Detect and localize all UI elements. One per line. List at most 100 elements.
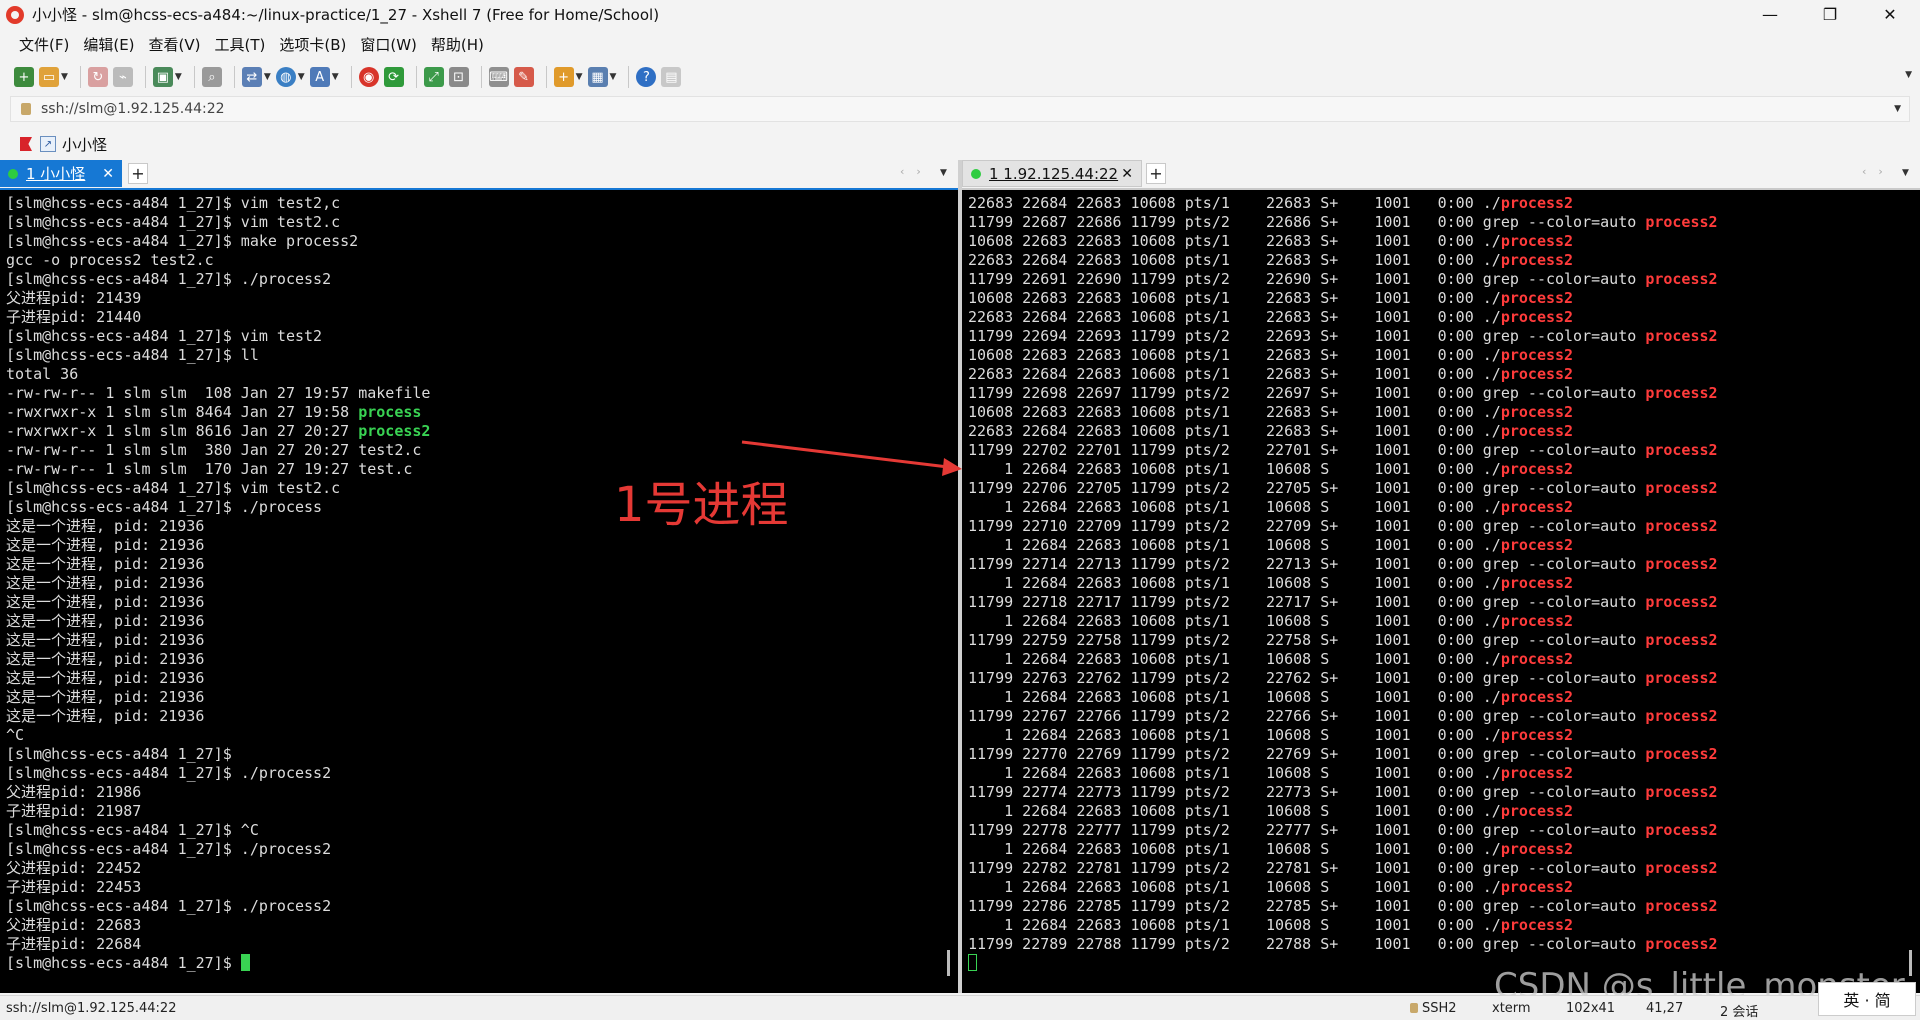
close-button[interactable]: ✕ — [1860, 0, 1920, 29]
menu-tools[interactable]: 工具(T) — [208, 34, 273, 55]
ime-indicator[interactable]: 英 · 简 — [1818, 982, 1916, 1016]
terminal-line: 11799 22770 22769 11799 pts/2 22769 S+ 1… — [968, 745, 1718, 764]
terminal-line: [slm@hcss-ecs-a484 1_27]$ ./process — [6, 498, 430, 517]
tab-scroll-arrows-icon[interactable]: ‹› — [900, 165, 933, 178]
highlighted-text: process2 — [1500, 764, 1574, 782]
chevron-down-icon[interactable]: ▼ — [264, 72, 271, 82]
menu-file[interactable]: 文件(F) — [12, 34, 76, 55]
open-button[interactable]: ▭ ▼ — [39, 67, 68, 87]
chevron-down-icon[interactable]: ▼ — [332, 72, 339, 82]
encoding-button[interactable]: ◍ ▼ — [275, 67, 305, 87]
status-sessions[interactable]: 2 会话 — [1720, 1001, 1758, 1020]
chevron-down-icon[interactable]: ▼ — [940, 168, 947, 178]
highlight-button[interactable]: ✎ — [513, 67, 534, 87]
close-icon[interactable]: ✕ — [1121, 166, 1133, 182]
lock-icon: ⊡ — [448, 67, 469, 87]
terminal-text: 这是一个进程, pid: 21936 — [6, 650, 205, 668]
address-bar: ▼ — [10, 96, 1910, 122]
terminal-line: 10608 22683 22683 10608 pts/1 22683 S+ 1… — [968, 232, 1718, 251]
transfer-button[interactable]: ⇄ ▼ — [241, 67, 271, 87]
maximize-button[interactable]: ❐ — [1800, 0, 1860, 29]
highlighted-text: process2 — [1645, 441, 1718, 459]
add-tab-button[interactable]: + — [1146, 163, 1166, 184]
menu-view[interactable]: 查看(V) — [142, 34, 208, 55]
reconnect-button[interactable]: ↻ — [87, 67, 108, 87]
quick-link-label[interactable]: 小小怪 — [62, 134, 107, 155]
chevron-down-icon[interactable]: ▼ — [1902, 168, 1909, 178]
disconnect-button[interactable]: ⌁ — [112, 67, 133, 87]
tab-session-right[interactable]: 1 1.92.125.44:22 ✕ — [962, 160, 1142, 187]
menu-tabs[interactable]: 选项卡(B) — [272, 34, 353, 55]
close-icon[interactable]: ✕ — [102, 166, 114, 182]
add-tab-button[interactable]: + — [128, 163, 148, 184]
terminal-line: 这是一个进程, pid: 21936 — [6, 669, 430, 688]
highlighted-text: process2 — [1645, 707, 1718, 725]
terminal-text: 11799 22774 22773 11799 pts/2 22773 S+ 1… — [968, 783, 1646, 801]
toolbar-divider — [350, 66, 352, 88]
fullscreen-button[interactable]: ⤢ — [423, 67, 444, 87]
terminal-text: 11799 22770 22769 11799 pts/2 22769 S+ 1… — [968, 745, 1646, 763]
minimize-button[interactable]: — — [1740, 0, 1800, 29]
font-button[interactable]: A ▼ — [309, 67, 339, 87]
new-window-button[interactable]: ▣ ▼ — [152, 67, 182, 87]
highlighted-text: process2 — [1645, 631, 1718, 649]
lock-button[interactable]: ⊡ — [448, 67, 469, 87]
terminal-line: 11799 22687 22686 11799 pts/2 22686 S+ 1… — [968, 213, 1718, 232]
layout-button[interactable]: ▦ ▼ — [587, 67, 617, 87]
address-input[interactable] — [41, 101, 1841, 117]
chat-button[interactable]: ▤ — [661, 67, 682, 87]
chevron-down-icon[interactable]: ▼ — [175, 72, 182, 82]
toolbar-overflow-icon[interactable]: ▼ — [1905, 70, 1912, 80]
terminal-line: [slm@hcss-ecs-a484 1_27]$ vim test2 — [6, 327, 430, 346]
terminal-text: -rwxrwxr-x 1 slm slm 8616 Jan 27 20:27 — [6, 422, 359, 440]
layout-icon: ▦ — [587, 67, 608, 87]
menu-help[interactable]: 帮助(H) — [424, 34, 491, 55]
terminal-line: 1 22684 22683 10608 pts/1 10608 S 1001 0… — [968, 612, 1718, 631]
help-button[interactable]: ? — [636, 67, 657, 87]
terminal-text: [slm@hcss-ecs-a484 1_27]$ ./process2 — [6, 840, 332, 858]
menu-window[interactable]: 窗口(W) — [353, 34, 424, 55]
compose-button[interactable]: + ▼ — [553, 67, 583, 87]
globe-icon: ◍ — [275, 67, 296, 87]
scrollbar[interactable] — [947, 950, 950, 976]
chevron-down-icon[interactable]: ▼ — [61, 72, 68, 82]
chevron-down-icon[interactable]: ▼ — [576, 72, 583, 82]
terminal-text: [slm@hcss-ecs-a484 1_27]$ ./process — [6, 498, 323, 516]
compose-icon: + — [553, 67, 574, 87]
status-connection: ssh://slm@1.92.125.44:22 — [6, 1001, 177, 1016]
highlighted-text: process2 — [1500, 403, 1574, 421]
terminal-line: [slm@hcss-ecs-a484 1_27]$ — [6, 954, 430, 973]
xmanager-button[interactable]: ⟳ — [383, 67, 404, 87]
terminal-line: 这是一个进程, pid: 21936 — [6, 688, 430, 707]
terminal-text: -rw-rw-r-- 1 slm slm 108 Jan 27 19:57 ma… — [6, 384, 431, 402]
keyboard-button[interactable]: ⌨ — [488, 67, 509, 87]
highlighted-text: process2 — [1500, 612, 1574, 630]
flag-icon[interactable] — [20, 137, 32, 151]
highlighted-text: process2 — [1645, 935, 1718, 953]
xftp-button[interactable]: ◉ — [358, 67, 379, 87]
left-terminal-pane[interactable]: [slm@hcss-ecs-a484 1_27]$ vim test2,c [sl… — [0, 188, 958, 993]
terminal-line: -rw-rw-r-- 1 slm slm 108 Jan 27 19:57 ma… — [6, 384, 430, 403]
terminal-line: 这是一个进程, pid: 21936 — [6, 707, 430, 726]
new-session-button[interactable]: + — [14, 67, 34, 87]
tab-session-left[interactable]: 1 小小怪 ✕ — [0, 160, 122, 187]
terminal-text: 1 22684 22683 10608 pts/1 10608 S 1001 0… — [968, 878, 1501, 896]
terminal-text: 11799 22718 22717 11799 pts/2 22717 S+ 1… — [968, 593, 1646, 611]
highlighted-text: process2 — [1500, 688, 1574, 706]
highlighted-text: process2 — [1500, 194, 1574, 212]
highlighted-text: process2 — [1645, 384, 1718, 402]
tab-scroll-arrows-icon[interactable]: ‹› — [1862, 165, 1895, 178]
terminal-text: 父进程pid: 21439 — [6, 289, 142, 307]
chevron-down-icon[interactable]: ▼ — [610, 72, 617, 82]
terminal-line: [slm@hcss-ecs-a484 1_27]$ ll — [6, 346, 430, 365]
terminal-line: 1 22684 22683 10608 pts/1 10608 S 1001 0… — [968, 460, 1718, 479]
terminal-text: 1 22684 22683 10608 pts/1 10608 S 1001 0… — [968, 764, 1501, 782]
toolbar-divider — [144, 66, 146, 88]
find-button[interactable]: ⌕ — [201, 67, 222, 87]
highlighted-text: process2 — [1500, 460, 1574, 478]
chevron-down-icon[interactable]: ▼ — [298, 72, 305, 82]
right-terminal-pane[interactable]: 22683 22684 22683 10608 pts/1 22683 S+ 1… — [962, 188, 1920, 993]
menu-edit[interactable]: 编辑(E) — [76, 34, 141, 55]
chevron-down-icon[interactable]: ▼ — [1894, 104, 1901, 114]
terminal-text: [slm@hcss-ecs-a484 1_27]$ ll — [6, 346, 259, 364]
